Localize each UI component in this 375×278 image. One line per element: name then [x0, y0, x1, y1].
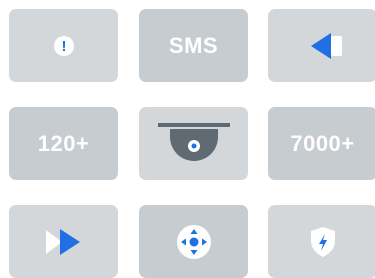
forward-tile[interactable]	[9, 205, 118, 278]
directional-pad-icon	[176, 224, 211, 259]
exclamation-circle-icon: !	[53, 35, 74, 56]
dome-camera-icon	[157, 122, 230, 161]
rewind-icon	[310, 32, 342, 59]
count-7000-label: 7000+	[290, 130, 355, 156]
shield-bolt-icon	[310, 226, 335, 257]
fast-forward-icon	[45, 228, 80, 255]
count-7000-tile[interactable]: 7000+	[268, 107, 375, 180]
count-120-label: 120+	[37, 130, 90, 156]
count-120-tile[interactable]: 120+	[9, 107, 118, 180]
shield-tile[interactable]	[268, 205, 375, 278]
dpad-tile[interactable]	[139, 205, 248, 278]
sms-tile[interactable]: SMS	[139, 9, 248, 82]
rewind-tile[interactable]	[268, 9, 375, 82]
sms-label: SMS	[168, 32, 219, 58]
camera-tile[interactable]	[139, 107, 248, 180]
alert-glyph: !	[61, 38, 66, 55]
alert-tile[interactable]: !	[9, 9, 118, 82]
